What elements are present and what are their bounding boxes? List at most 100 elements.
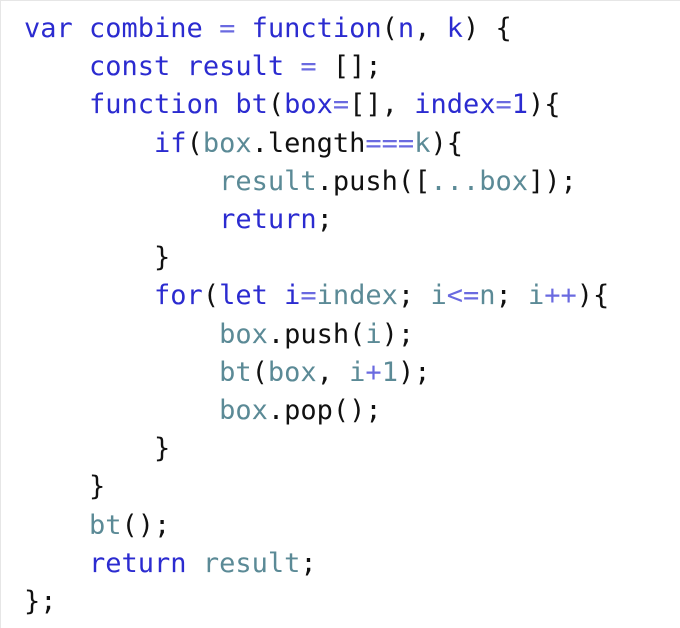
code-token: = [332, 89, 350, 121]
code-line: return result; [24, 545, 317, 583]
code-view: var combine = function(n, k) { const res… [0, 0, 680, 628]
code-token: ( [251, 356, 268, 388]
code-token: let i [219, 280, 301, 312]
code-line: } [24, 239, 170, 277]
code-token: for [154, 280, 203, 312]
code-line: box.pop(); [24, 392, 382, 430]
code-token: result [202, 547, 301, 579]
code-token: i [430, 280, 447, 312]
code-token: } [24, 471, 106, 503]
code-token: } [24, 242, 171, 274]
code-token: } [24, 433, 171, 465]
code-token: ( [381, 13, 398, 44]
code-line: }; [24, 583, 57, 621]
code-token: ; [300, 547, 317, 579]
code-token: ( [202, 280, 220, 312]
code-line: result.push([...box]); [24, 163, 577, 201]
code-token: ) { [462, 13, 512, 44]
code-token: n [479, 280, 496, 312]
code-token: bt [89, 509, 122, 541]
code-token: return [89, 547, 187, 579]
code-token: index [316, 280, 398, 312]
code-token: bt [219, 356, 252, 388]
code-token: []; [316, 51, 382, 83]
code-token: length [267, 127, 366, 159]
code-token: ; [316, 204, 333, 235]
code-token: i [365, 318, 382, 350]
code-token: = [300, 51, 317, 83]
code-line: } [24, 468, 105, 506]
code-line: const result = []; [24, 48, 382, 86]
code-token: if [154, 127, 187, 159]
code-token: ); [381, 318, 415, 350]
code-token: ( [267, 89, 285, 121]
code-token: ... [430, 165, 480, 197]
code-token: result [219, 165, 317, 197]
code-token: = [495, 89, 512, 121]
code-token: , [316, 356, 350, 388]
code-token: ; [397, 280, 431, 312]
code-line: return; [24, 201, 333, 239]
code-line: var combine = function(n, k) { [24, 10, 512, 48]
code-token: === [365, 127, 415, 159]
code-line: bt(box, i+1); [24, 354, 430, 392]
code-token: ){ [528, 89, 561, 121]
code-token: = [219, 13, 236, 44]
code-token: k [446, 13, 463, 44]
code-token: (); [121, 509, 171, 541]
code-token: ( [186, 127, 203, 159]
code-token: .pop(); [267, 395, 382, 426]
code-token: ++ [544, 280, 577, 312]
code-token: = [300, 280, 317, 312]
code-token: box [284, 89, 333, 121]
code-line: } [24, 430, 170, 468]
code-token: .push( [267, 318, 366, 350]
code-token: return [219, 204, 317, 235]
code-token: function bt [89, 89, 268, 121]
code-token: .push([ [316, 165, 431, 197]
code-line: box.push(i); [24, 316, 414, 354]
code-token: }; [24, 586, 57, 617]
code-token: i [528, 280, 545, 312]
code-token: 1 [381, 356, 398, 388]
code-token: box [479, 165, 528, 197]
code-token: ; [495, 280, 528, 312]
code-token: const result [89, 51, 285, 83]
code-token: box [202, 127, 252, 159]
code-token: [], [349, 89, 415, 121]
code-token: ){ [430, 127, 463, 159]
code-token: box [219, 395, 268, 426]
code-line: for(let i=index; i<=n; i++){ [24, 277, 609, 315]
code-token: index [414, 89, 496, 121]
code-token: function [251, 13, 382, 44]
code-token: var combine [24, 13, 203, 44]
code-token: i [349, 356, 366, 388]
code-token: k [414, 127, 431, 159]
code-line: if(box.length===k){ [24, 125, 463, 163]
code-line: function bt(box=[], index=1){ [24, 86, 561, 124]
code-line: bt(); [24, 507, 170, 545]
code-token: ){ [576, 280, 610, 312]
code-token: ); [397, 356, 431, 388]
code-token: ]); [527, 165, 577, 197]
code-token: box [267, 356, 317, 388]
code-token: , [414, 13, 447, 44]
code-token: n [397, 13, 415, 44]
code-token: 1 [511, 89, 528, 121]
code-token: <= [446, 280, 480, 312]
code-token: . [251, 127, 268, 159]
